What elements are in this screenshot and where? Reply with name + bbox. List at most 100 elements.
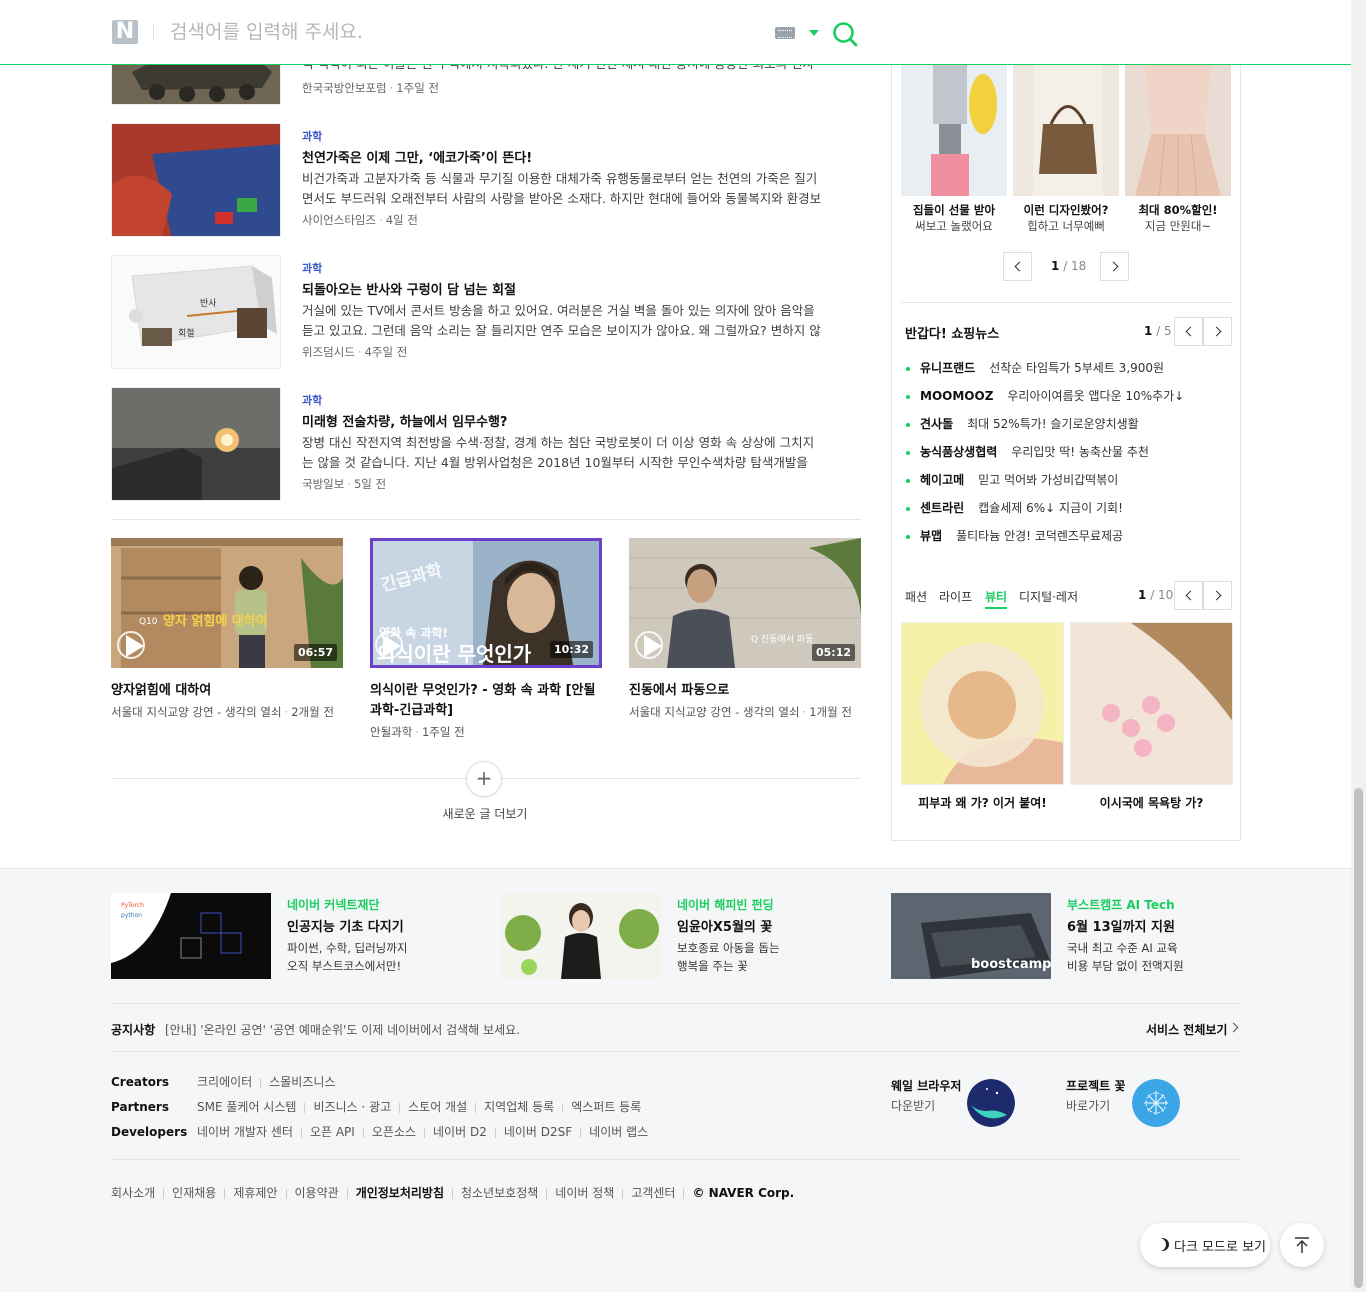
shop-item-caption[interactable]: 이런 디자인봤어? 힙하고 너무예뻐 [1013, 202, 1119, 234]
promo-tag[interactable]: 네이버 커넥트재단 [287, 896, 380, 913]
news-thumbnail[interactable]: 반사 회절 [111, 255, 281, 369]
more-label[interactable]: 새로운 글 더보기 [0, 805, 970, 822]
news-source[interactable]: 사이언스타임즈 [302, 213, 376, 227]
footer-link[interactable]: 제휴제안 [233, 1186, 277, 1200]
video-card[interactable]: Q10 양자 얽힘에 대하여 06:57 양자얽힘에 대하여 서울대 지식교양 … [111, 538, 343, 720]
prev-page-button[interactable] [1174, 581, 1203, 610]
promo-image[interactable]: PyTorch python [111, 893, 271, 979]
notice-text[interactable]: [안내] '온라인 공연' '공연 예매순위'도 이제 네이버에서 검색해 보세… [165, 1021, 520, 1038]
news-category[interactable]: 과학 [302, 392, 322, 408]
footer-link[interactable]: 이용약관 [295, 1186, 339, 1200]
scrollbar[interactable] [1351, 0, 1366, 1292]
next-page-button[interactable] [1203, 581, 1232, 610]
footer-link[interactable]: 지역업체 등록 [484, 1100, 554, 1114]
shop-item-image[interactable] [1013, 64, 1119, 196]
video-thumbnail[interactable]: 긴급과학 영화 속 과학! 의식이란 무엇인가 10:32 [370, 538, 602, 668]
beauty-item-caption[interactable]: 이시국에 목욕탕 가? [1070, 794, 1233, 811]
shop-item-caption[interactable]: 집들이 선물 받아 써보고 놀랬어요 [901, 202, 1007, 234]
shop-news-item[interactable]: MOOMOOZ 우리아이여름옷 앱다운 10%추가↓ [906, 387, 1184, 405]
footer-link[interactable]: 인재채용 [172, 1186, 216, 1200]
news-item[interactable]: 과학 미래형 전술차량, 하늘에서 임무수행? 장병 대신 작전지역 최전방을 … [111, 387, 861, 501]
footer-link[interactable]: 스몰비즈니스 [269, 1075, 335, 1089]
footer-link[interactable]: 네이버 랩스 [589, 1125, 648, 1139]
video-title[interactable]: 진동에서 파동으로 [629, 681, 861, 701]
tab-beauty[interactable]: 뷰티 [985, 588, 1008, 609]
beauty-item-image[interactable] [901, 622, 1064, 785]
promo-image[interactable] [501, 893, 661, 979]
play-icon[interactable] [126, 635, 144, 657]
footer-link[interactable]: 오픈 API [310, 1125, 355, 1139]
footer-link[interactable]: 청소년보호정책 [461, 1186, 538, 1200]
promo-image[interactable]: boostcamp [891, 893, 1051, 979]
news-source[interactable]: 위즈덤시드 [302, 345, 355, 359]
footer-link[interactable]: 스토어 개설 [408, 1100, 467, 1114]
footer-link[interactable]: 엑스퍼트 등록 [571, 1100, 641, 1114]
video-source[interactable]: 서울대 지식교양 강연 - 생각의 열쇠 [629, 705, 800, 719]
news-source[interactable]: 국방일보 [302, 477, 344, 491]
dark-mode-button[interactable]: 다크 모드로 보기 [1140, 1223, 1270, 1267]
shop-news-item[interactable]: 뷰맵 풀티타늄 안경! 코덕렌즈무료제공 [906, 527, 1123, 545]
video-source[interactable]: 안될과학 [370, 725, 412, 739]
footer-link[interactable]: 개인정보처리방침 [356, 1186, 444, 1200]
promo-card[interactable]: PyTorch python 네이버 커넥트재단 인공지능 기초 다지기 파이썬… [111, 893, 451, 979]
promo-title[interactable]: 임윤아X5월의 꽃 [677, 916, 772, 935]
news-item[interactable]: 반사 회절 과학 되돌아오는 반사와 구렁이 담 넘는 회절 거실에 있는 TV… [111, 255, 861, 369]
whale-icon[interactable] [967, 1079, 1015, 1127]
scrollbar-thumb[interactable] [1354, 788, 1363, 1288]
footer-link[interactable]: 비즈니스 · 광고 [313, 1100, 391, 1114]
promo-title[interactable]: 인공지능 기초 다지기 [287, 916, 404, 935]
video-source[interactable]: 서울대 지식교양 강연 - 생각의 열쇠 [111, 705, 282, 719]
footer-link[interactable]: 고객센터 [631, 1186, 675, 1200]
shop-news-item[interactable]: 유니프랜드 선착순 타임특가 5부세트 3,900원 [906, 359, 1164, 377]
shop-news-item[interactable]: 헤이고메 믿고 먹어봐 가성비갑떡볶이 [906, 471, 1118, 489]
news-item[interactable]: 과학 천연가죽은 이제 그만, ‘에코가죽’이 뜬다! 비건가죽과 고분자가죽 … [111, 123, 861, 237]
prev-page-button[interactable] [1174, 317, 1203, 346]
footer-link[interactable]: 크리에이터 [197, 1075, 252, 1089]
project-flower-link[interactable]: 프로젝트 꽃 바로가기 [1066, 1077, 1125, 1114]
play-icon[interactable] [383, 635, 401, 657]
promo-card[interactable]: boostcamp 부스트캠프 AI Tech 6월 13일까지 지원 국내 최… [891, 893, 1231, 979]
flower-icon[interactable] [1132, 1079, 1180, 1127]
shop-news-item[interactable]: 센트라린 캡슐세제 6%↓ 지금이 기회! [906, 499, 1123, 517]
keyboard-icon[interactable] [775, 27, 795, 39]
prev-page-button[interactable] [1003, 252, 1032, 281]
news-title[interactable]: 천연가죽은 이제 그만, ‘에코가죽’이 뜬다! [302, 147, 532, 166]
search-input[interactable] [170, 16, 750, 48]
footer-link[interactable]: 네이버 개발자 센터 [197, 1125, 293, 1139]
video-title[interactable]: 의식이란 무엇인가? - 영화 속 과학 [안될과학-긴급과학] [370, 681, 602, 721]
beauty-item-caption[interactable]: 피부과 왜 가? 이거 붙여! [901, 794, 1064, 811]
service-all-link[interactable]: 서비스 전체보기 [1146, 1021, 1227, 1038]
news-title[interactable]: 미래형 전술차량, 하늘에서 임무수행? [302, 411, 507, 430]
news-title[interactable]: 되돌아오는 반사와 구렁이 담 넘는 회절 [302, 279, 516, 298]
promo-title[interactable]: 6월 13일까지 지원 [1067, 916, 1175, 935]
search-icon[interactable] [832, 21, 858, 47]
footer-link[interactable]: 네이버 D2SF [504, 1125, 572, 1139]
shop-item-image[interactable] [1125, 64, 1231, 196]
news-category[interactable]: 과학 [302, 128, 322, 144]
tab-fashion[interactable]: 패션 [905, 588, 927, 605]
tab-life[interactable]: 라이프 [939, 588, 972, 605]
next-page-button[interactable] [1100, 252, 1129, 281]
whale-browser-link[interactable]: 웨일 브라우저 다운받기 [891, 1077, 961, 1114]
video-card[interactable]: Q 진동에서 파동 05:12 진동에서 파동으로 서울대 지식교양 강연 - … [629, 538, 861, 720]
shop-item-caption[interactable]: 최대 80%할인! 지금 만원대~ [1125, 202, 1231, 234]
news-category[interactable]: 과학 [302, 260, 322, 276]
next-page-button[interactable] [1203, 317, 1232, 346]
promo-tag[interactable]: 부스트캠프 AI Tech [1067, 896, 1175, 913]
play-icon[interactable] [644, 635, 662, 657]
news-thumbnail[interactable] [111, 387, 281, 501]
naver-logo-letter[interactable]: N [112, 19, 138, 45]
footer-link[interactable]: 네이버 정책 [555, 1186, 614, 1200]
footer-link[interactable]: 회사소개 [111, 1186, 155, 1200]
video-thumbnail[interactable]: Q10 양자 얽힘에 대하여 06:57 [111, 538, 343, 668]
promo-tag[interactable]: 네이버 해피빈 펀딩 [677, 896, 774, 913]
video-thumbnail[interactable]: Q 진동에서 파동 05:12 [629, 538, 861, 668]
news-thumbnail[interactable] [111, 123, 281, 237]
video-title[interactable]: 양자얽힘에 대하여 [111, 681, 343, 701]
news-source[interactable]: 한국국방안보포럼 [302, 81, 387, 95]
tab-digital-leisure[interactable]: 디지털·레저 [1019, 588, 1078, 605]
shop-news-item[interactable]: 농식품상생협력 우리입맛 딱! 농축산물 추천 [906, 443, 1149, 461]
more-button[interactable]: + [466, 761, 502, 797]
scroll-top-button[interactable] [1280, 1223, 1324, 1267]
footer-link[interactable]: 오픈소스 [372, 1125, 416, 1139]
